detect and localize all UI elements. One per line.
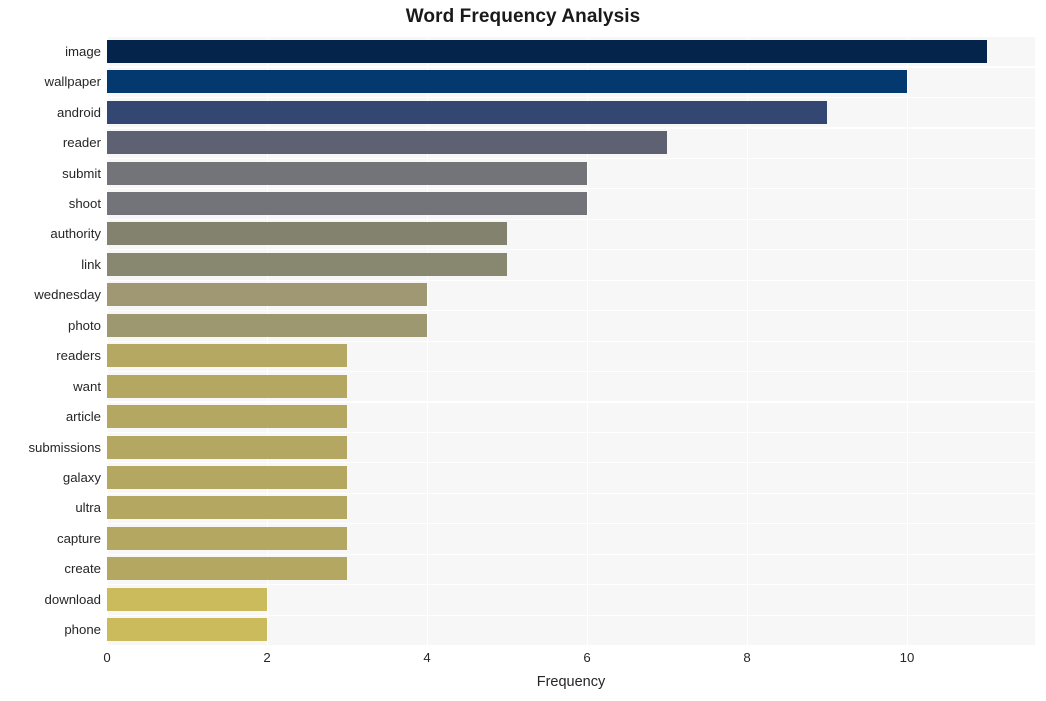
- y-tick-label: readers: [56, 348, 101, 364]
- bar: [107, 39, 987, 63]
- bar: [107, 344, 347, 368]
- x-tick-label: 2: [263, 650, 271, 665]
- y-tick-label: authority: [50, 226, 101, 242]
- x-axis-tick-labels: 0 2 4 6 8 10: [0, 650, 1046, 670]
- y-gridline: [107, 553, 1035, 555]
- y-gridline: [107, 279, 1035, 281]
- x-axis-title: Frequency: [536, 674, 606, 690]
- x-tick-label: 6: [583, 650, 591, 665]
- bar: [107, 100, 827, 124]
- y-gridline: [107, 431, 1035, 434]
- bar: [107, 252, 507, 276]
- y-tick-label: phone: [64, 622, 101, 638]
- chart-figure: Word Frequency Analysis image wallpaper an…: [0, 0, 1046, 701]
- y-gridline: [107, 127, 1035, 129]
- y-gridline: [107, 218, 1035, 220]
- bar: [107, 466, 347, 490]
- y-tick-label: reader: [62, 135, 101, 151]
- bar: [107, 374, 347, 398]
- bar: [107, 161, 587, 185]
- y-gridline: [107, 614, 1035, 616]
- y-gridline: [107, 188, 1035, 190]
- y-tick-label: submissions: [28, 439, 101, 455]
- plot-area: [107, 36, 1035, 647]
- y-tick-label: wednesday: [34, 287, 101, 303]
- bar: [107, 222, 507, 246]
- y-gridline: [107, 370, 1035, 373]
- y-tick-label: ultra: [75, 500, 101, 516]
- x-tick-label: 8: [743, 650, 751, 665]
- x-tick-label: 4: [423, 650, 431, 665]
- bar: [107, 70, 907, 94]
- y-gridline: [107, 36, 1035, 38]
- y-gridline: [107, 462, 1035, 464]
- bar: [107, 313, 427, 337]
- chart-title: Word Frequency Analysis: [405, 6, 641, 27]
- bar: [107, 526, 347, 550]
- bar: [107, 557, 347, 581]
- y-tick-label: image: [65, 43, 101, 59]
- y-gridline: [107, 96, 1035, 99]
- bar: [107, 496, 347, 520]
- y-gridline: [107, 249, 1035, 251]
- y-gridline: [107, 523, 1035, 525]
- y-tick-label: galaxy: [62, 470, 101, 486]
- y-tick-label: article: [65, 409, 101, 425]
- y-gridline: [107, 66, 1035, 68]
- y-gridline: [107, 492, 1035, 494]
- y-tick-label: android: [57, 104, 101, 120]
- bar: [107, 618, 267, 642]
- bar: [107, 587, 267, 611]
- bar: [107, 405, 347, 429]
- bar: [107, 283, 427, 307]
- y-gridline: [107, 401, 1035, 403]
- y-gridline: [107, 310, 1035, 312]
- y-axis-tick-labels: image wallpaper android reader submit shoot au…: [0, 36, 101, 645]
- y-tick-label: capture: [57, 530, 101, 546]
- y-tick-label: shoot: [68, 195, 101, 211]
- bar: [107, 435, 347, 459]
- y-tick-label: create: [64, 561, 101, 577]
- y-gridline: [107, 157, 1035, 159]
- bar: [107, 191, 587, 215]
- y-gridline: [107, 645, 1035, 647]
- y-gridline: [107, 584, 1035, 586]
- y-tick-label: want: [73, 378, 101, 394]
- y-tick-label: wallpaper: [44, 74, 101, 90]
- x-tick-label: 10: [899, 650, 915, 665]
- y-tick-label: photo: [67, 317, 101, 333]
- y-tick-label: submit: [62, 165, 101, 181]
- y-tick-label: link: [81, 256, 101, 272]
- x-tick-label: 0: [103, 650, 111, 665]
- bar: [107, 131, 667, 155]
- y-gridline: [107, 340, 1035, 342]
- y-tick-label: download: [44, 591, 101, 607]
